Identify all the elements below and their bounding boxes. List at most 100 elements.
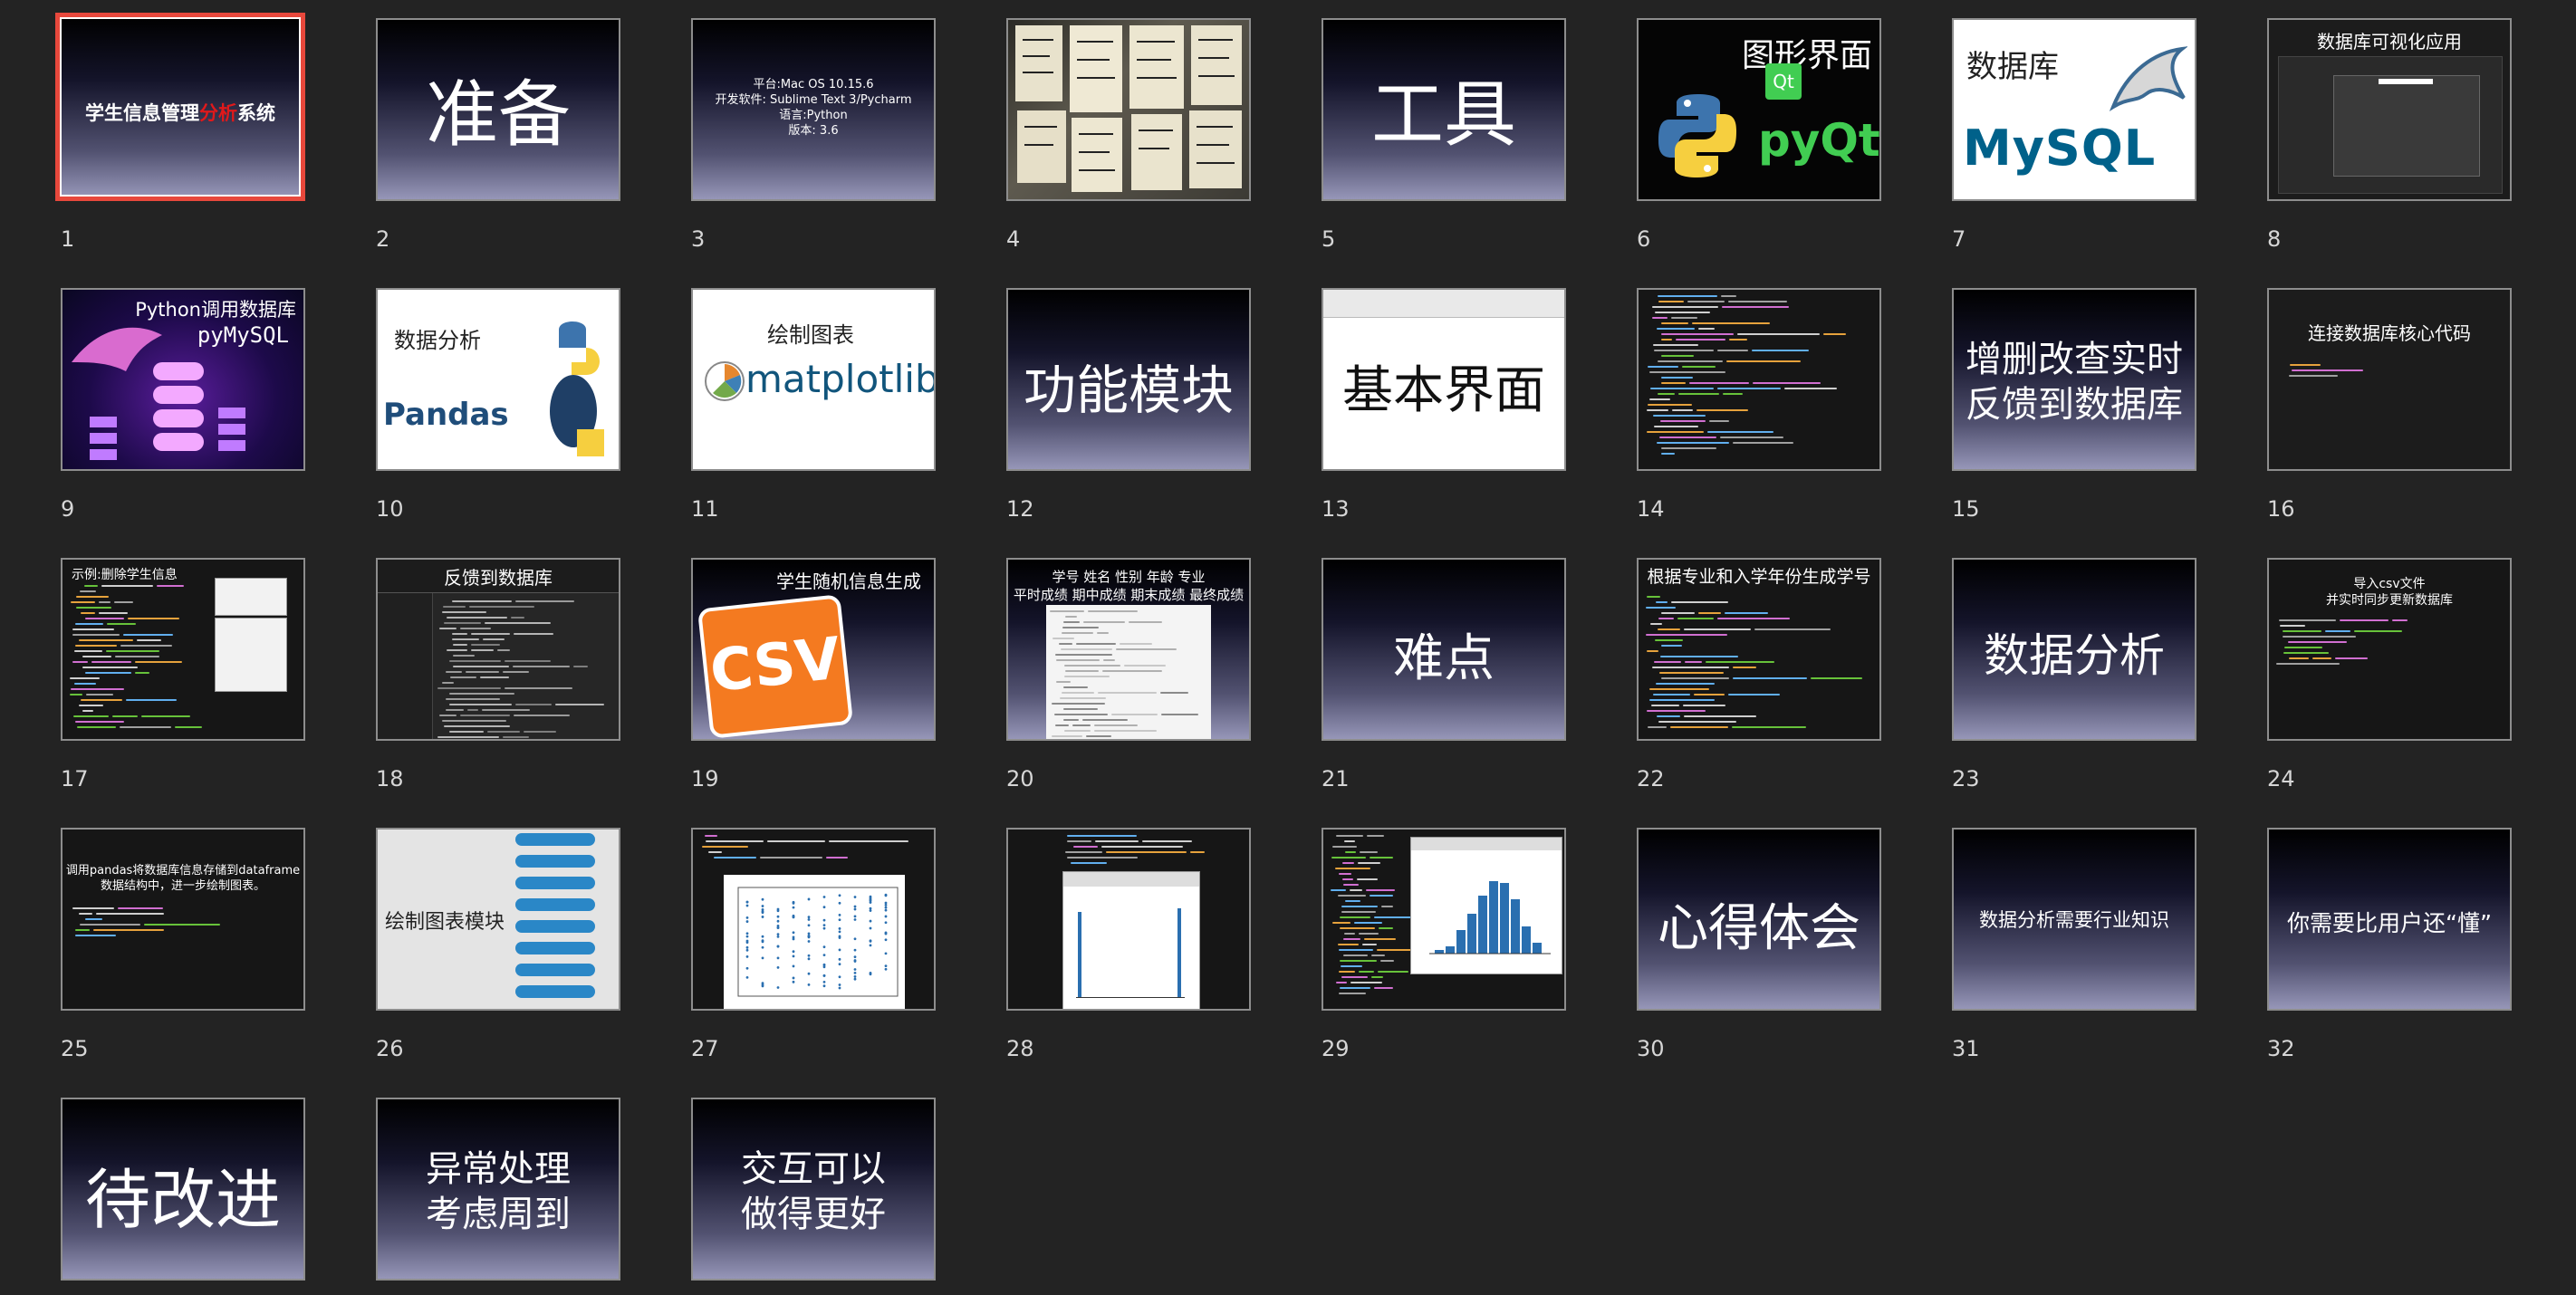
code-line [437, 736, 499, 738]
code-line [1343, 884, 1359, 886]
scatter-point [838, 913, 841, 916]
slide-thumbnail[interactable]: 根据专业和入学年份生成学号 [1637, 558, 1881, 741]
slide-thumbnail[interactable]: 基本界面 [1322, 288, 1566, 471]
code-line [1103, 659, 1115, 661]
scatter-point [884, 952, 888, 955]
code-line [466, 671, 499, 673]
slide-thumbnail[interactable] [1322, 828, 1566, 1011]
code-line [2290, 364, 2321, 366]
slide-thumbnail[interactable]: 准备 [376, 18, 620, 201]
code-line [1124, 665, 1166, 667]
code-line [1129, 621, 1162, 623]
code-line [1733, 677, 1807, 679]
slide-thumbnail[interactable]: 难点 [1322, 558, 1566, 741]
python-logo-icon [1658, 94, 1736, 177]
code-line [1116, 648, 1177, 650]
slide-thumbnail[interactable]: 待改进 [61, 1098, 305, 1281]
chart-window-screenshot [1410, 837, 1562, 974]
code-line [1052, 703, 1105, 705]
code-line [767, 840, 825, 842]
slide-thumbnail[interactable]: 图形界面 Qt pyQt [1637, 18, 1881, 201]
slide-thumbnail[interactable]: 数据库 MySQL [1952, 18, 2196, 201]
slide-thumbnail[interactable]: 示例:删除学生信息 [61, 558, 305, 741]
slide-thumbnail[interactable]: 数据库可视化应用 [2267, 18, 2512, 201]
code-line [1651, 705, 1679, 706]
slide-thumbnail[interactable] [1006, 18, 1251, 201]
code-line [1341, 911, 1376, 913]
code-line [1342, 862, 1354, 864]
slide-number: 29 [1322, 1036, 1350, 1061]
slide-thumbnail[interactable]: 你需要比用户还“懂” [2267, 828, 2512, 1011]
code-line [515, 704, 552, 705]
blue-button-shape [515, 985, 595, 998]
code-line [1106, 851, 1187, 853]
slide-thumbnail[interactable] [1637, 288, 1881, 471]
histogram-bar [1533, 943, 1542, 954]
code-line [72, 628, 114, 630]
code-line [446, 698, 500, 700]
code-line [1359, 933, 1379, 935]
slide-thumbnail[interactable]: 工具 [1322, 18, 1566, 201]
slide-thumbnail[interactable]: Python调用数据库 pyMySQL [61, 288, 305, 471]
slide-thumbnail[interactable]: 学号 姓名 性别 年龄 专业 平时成绩 期中成绩 期末成绩 最终成绩 [1006, 558, 1251, 741]
slide-thumbnail[interactable] [1006, 828, 1251, 1011]
slide-thumbnail[interactable]: 功能模块 [1006, 288, 1251, 471]
slide-thumbnail[interactable]: 数据分析 Pandas [376, 288, 620, 471]
scatter-point [745, 932, 749, 935]
slide-thumbnail[interactable]: 异常处理 考虑周到 [376, 1098, 620, 1281]
slide-thumbnail[interactable]: 交互可以 做得更好 [691, 1098, 936, 1281]
slide-thumbnail[interactable]: 绘制图表模块 [376, 828, 620, 1011]
scatter-point [761, 911, 764, 915]
code-line [1823, 333, 1846, 335]
slide-number: 22 [1637, 766, 1665, 791]
code-line [75, 645, 117, 647]
code-line [708, 851, 722, 853]
code-line [1661, 612, 1695, 614]
slide-thumbnail[interactable]: 导入csv文件 并实时同步更新数据库 [2267, 558, 2512, 741]
code-line [82, 710, 93, 712]
code-line [1332, 846, 1357, 848]
slide-thumbnail[interactable]: 调用pandas将数据库信息存储到dataframe 数据结构中，进一步绘制图表… [61, 828, 305, 1011]
scatter-point [807, 935, 811, 938]
slide-thumbnail[interactable]: 数据分析需要行业知识 [1952, 828, 2196, 1011]
scatter-point [776, 907, 780, 911]
code-line [1063, 621, 1080, 623]
slide-thumbnail[interactable]: 增删改查实时 反馈到数据库 [1952, 288, 2196, 471]
code-line [72, 907, 114, 909]
slide-thumbnail[interactable]: 学生信息管理分析系统 [55, 13, 305, 201]
code-line [442, 611, 486, 613]
slide-thumbnail[interactable]: 学生随机信息生成 CSV [691, 558, 936, 741]
slide-thumbnail[interactable]: 数据分析 [1952, 558, 2196, 741]
code-line [1658, 618, 1674, 619]
scatter-point [853, 915, 857, 918]
code-line [1063, 719, 1079, 721]
scatter-point [761, 945, 764, 949]
code-line [91, 661, 131, 663]
slide-thumbnail[interactable]: 心得体会 [1637, 828, 1881, 1011]
code-line [1678, 393, 1719, 395]
code-line [1357, 878, 1378, 880]
scatter-point [838, 894, 841, 897]
code-line [1370, 895, 1393, 897]
slide-thumbnail[interactable]: 平台:Mac OS 10.15.6 开发软件: Sublime Text 3/P… [691, 18, 936, 201]
slide-number: 1 [61, 226, 75, 252]
slide-thumbnail[interactable]: 反馈到数据库 [376, 558, 620, 741]
code-line [2280, 625, 2305, 627]
slide-thumbnail[interactable]: 绘制图表 matplotlib [691, 288, 936, 471]
code-line [514, 633, 553, 635]
histogram-bar [1446, 946, 1455, 954]
slide-title: 图形界面 [1741, 37, 1872, 74]
code-line [1094, 724, 1138, 726]
slide-thumbnail[interactable]: 连接数据库核心代码 [2267, 288, 2512, 471]
code-line [1360, 851, 1378, 853]
slide-thumbnail[interactable] [691, 828, 936, 1011]
code-line [1073, 846, 1098, 848]
code-line [1056, 681, 1071, 683]
code-line [1658, 295, 1717, 297]
code-line [1088, 610, 1138, 612]
code-line [2312, 657, 2331, 659]
scatter-point [853, 977, 857, 981]
code-line [2289, 375, 2338, 377]
scatter-point [838, 986, 841, 990]
slide-number: 14 [1637, 496, 1665, 522]
